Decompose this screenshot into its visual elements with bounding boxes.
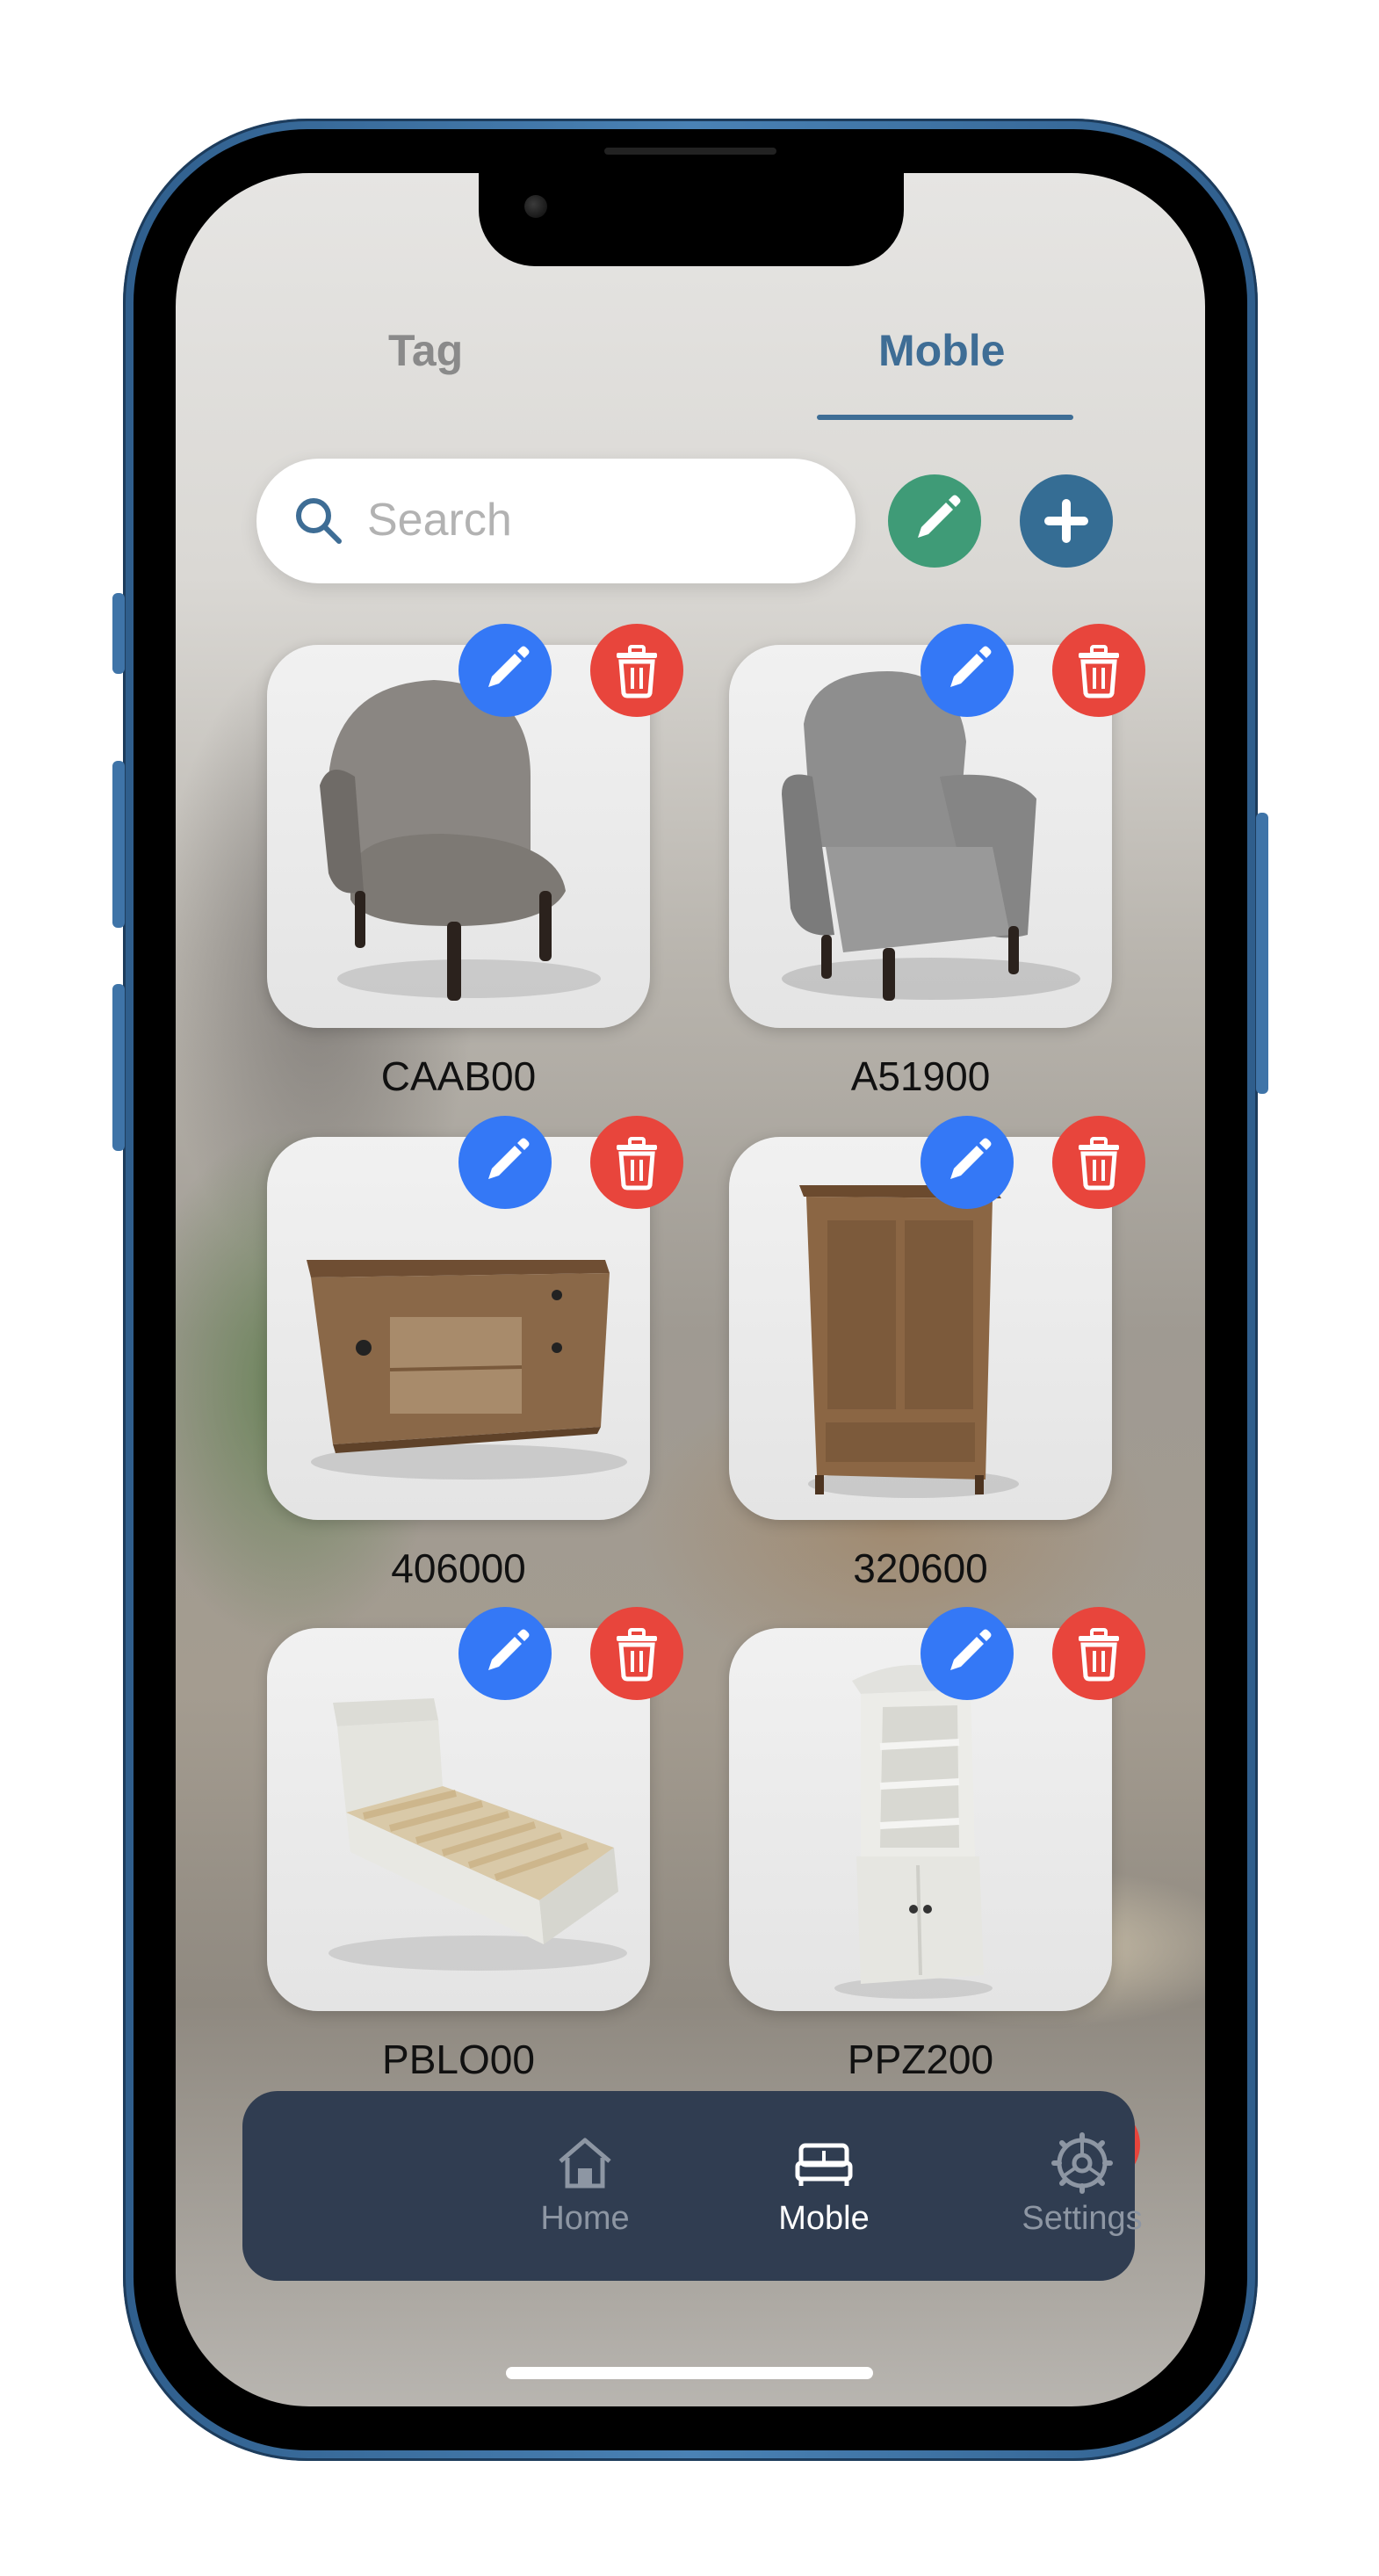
trash-icon <box>617 1137 657 1190</box>
nav-label-home: Home <box>540 2200 630 2237</box>
item-code: PBLO00 <box>382 2037 535 2082</box>
edit-item-button[interactable] <box>458 624 552 717</box>
gear-icon <box>1051 2132 1113 2194</box>
trash-icon <box>1079 1628 1119 1682</box>
front-camera <box>524 195 547 218</box>
search-bar[interactable]: Search <box>256 459 856 583</box>
edit-item-button[interactable] <box>921 1116 1014 1209</box>
item-code: 320600 <box>853 1545 988 1591</box>
nav-label-moble: Moble <box>778 2200 870 2237</box>
item-code: PPZ200 <box>847 2037 994 2082</box>
house-icon <box>559 2138 611 2189</box>
tab-tag[interactable]: Tag <box>388 325 463 376</box>
item-code: A51900 <box>850 1053 991 1099</box>
tab-moble[interactable]: Moble <box>878 325 1005 376</box>
nav-label-settings: Settings <box>1022 2200 1143 2237</box>
plus-icon <box>1044 499 1088 543</box>
mute-switch <box>112 593 125 674</box>
pencil-icon <box>950 1138 992 1179</box>
item-code: CAAB00 <box>380 1053 537 1099</box>
home-indicator <box>506 2367 873 2379</box>
delete-item-button[interactable] <box>590 1607 683 1700</box>
nav-item-home[interactable]: Home <box>497 2130 673 2238</box>
edit-item-button[interactable] <box>921 624 1014 717</box>
search-icon <box>296 498 342 544</box>
edit-mode-button[interactable] <box>888 474 981 568</box>
active-tab-indicator <box>817 415 1073 420</box>
add-item-button[interactable] <box>1020 474 1113 568</box>
trash-icon <box>1079 645 1119 698</box>
notch <box>479 173 904 266</box>
search-input[interactable]: Search <box>367 494 512 546</box>
delete-item-button[interactable] <box>1052 1116 1145 1209</box>
delete-item-button[interactable] <box>1052 624 1145 717</box>
speaker <box>604 148 776 155</box>
volume-down-button <box>112 984 125 1151</box>
trash-icon <box>617 645 657 698</box>
item-code: 406000 <box>391 1545 526 1591</box>
bed-icon <box>795 2143 853 2186</box>
edit-item-button[interactable] <box>458 1116 552 1209</box>
trash-icon <box>617 1628 657 1682</box>
pencil-icon <box>950 1629 992 1670</box>
nav-item-moble[interactable]: Moble <box>736 2130 912 2238</box>
pencil-icon <box>488 646 530 687</box>
delete-item-button[interactable] <box>1052 1607 1145 1700</box>
trash-icon <box>1079 1137 1119 1190</box>
power-button <box>1256 813 1268 1094</box>
pencil-icon <box>918 495 961 538</box>
pencil-icon <box>488 1138 530 1179</box>
delete-item-button[interactable] <box>590 624 683 717</box>
delete-item-button[interactable] <box>590 1116 683 1209</box>
bottom-nav: Home Moble Settings <box>242 2091 1143 2281</box>
edit-item-button[interactable] <box>458 1607 552 1700</box>
volume-up-button <box>112 761 125 928</box>
pencil-icon <box>488 1629 530 1670</box>
pencil-icon <box>950 646 992 687</box>
edit-item-button[interactable] <box>921 1607 1014 1700</box>
nav-item-settings[interactable]: Settings <box>994 2130 1170 2238</box>
